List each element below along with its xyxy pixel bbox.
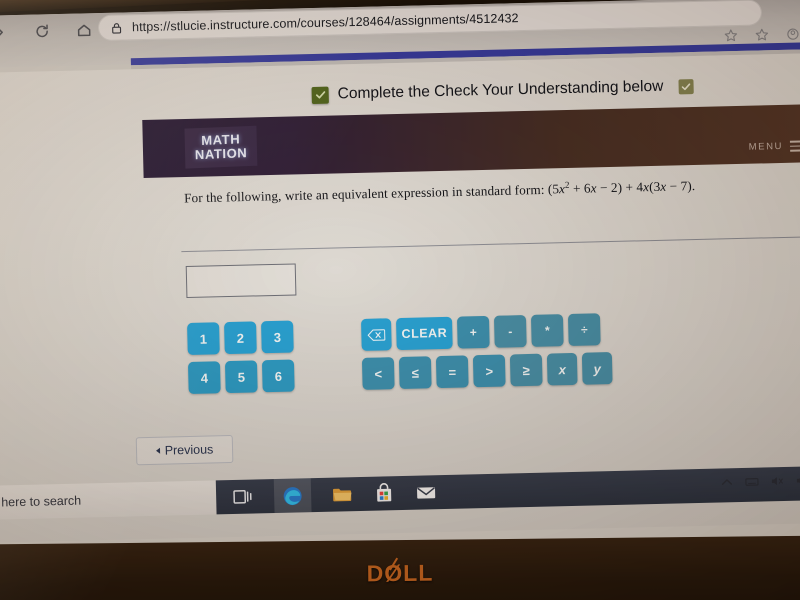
favorites-icon[interactable] xyxy=(723,28,738,43)
profile-icon[interactable] xyxy=(785,27,800,42)
expr-paren2: (3 xyxy=(648,179,661,195)
chevron-up-icon[interactable] xyxy=(720,475,734,489)
check-icon-trailing xyxy=(678,78,694,94)
expr-open: (5 xyxy=(547,181,560,197)
browser-toolbar-icons xyxy=(723,27,800,44)
chevron-left-icon xyxy=(155,447,160,454)
key-2[interactable]: 2 xyxy=(224,321,257,355)
microsoft-store-icon[interactable] xyxy=(373,482,396,505)
menu-label: MENU xyxy=(748,140,784,153)
key-variable-y[interactable]: y xyxy=(581,352,613,385)
laptop-photo: https://stlucie.instructure.com/courses/… xyxy=(0,0,800,600)
key-3[interactable]: 3 xyxy=(261,320,294,354)
key-5[interactable]: 5 xyxy=(224,360,258,394)
keyboard-icon[interactable] xyxy=(745,475,759,489)
mathnation-logo[interactable]: MATH NATION xyxy=(184,125,258,169)
dell-brand-logo: DØLL xyxy=(367,560,434,588)
key-divide[interactable]: ÷ xyxy=(567,313,601,347)
task-view-icon[interactable] xyxy=(232,486,255,509)
key-6[interactable]: 6 xyxy=(261,359,295,393)
key-4[interactable]: 4 xyxy=(187,361,221,395)
previous-label: Previous xyxy=(164,442,214,458)
address-bar[interactable]: https://stlucie.instructure.com/courses/… xyxy=(97,0,763,42)
dell-ll: LL xyxy=(403,559,434,586)
key-less-than[interactable]: < xyxy=(361,357,395,390)
volume-mute-icon[interactable] xyxy=(770,474,784,488)
check-icon xyxy=(311,86,329,104)
key-greater-than-or-equal[interactable]: ≥ xyxy=(509,353,543,387)
refresh-icon[interactable] xyxy=(34,23,50,39)
operator-row-2: < ≤ = > ≥ x y xyxy=(361,352,613,390)
hamburger-icon xyxy=(789,140,800,152)
forward-icon[interactable] xyxy=(0,24,8,40)
numeric-keypad: 1 2 3 4 5 6 xyxy=(187,320,295,401)
url-text: https://stlucie.instructure.com/courses/… xyxy=(131,11,519,35)
laptop-screen: https://stlucie.instructure.com/courses/… xyxy=(0,0,800,556)
expr-after: − 2) + 4 xyxy=(596,179,644,196)
key-multiply[interactable]: * xyxy=(530,314,564,347)
operator-row-1: CLEAR + - * ÷ xyxy=(361,313,612,351)
problem-expression: (5x2 + 6x − 2) + 4x(3x − 7). xyxy=(548,178,696,196)
edge-browser-icon[interactable] xyxy=(273,478,312,514)
system-tray xyxy=(720,473,800,489)
answer-input[interactable] xyxy=(185,263,297,299)
key-plus[interactable]: + xyxy=(456,315,490,349)
mathnation-logo-line2: NATION xyxy=(194,145,248,163)
backspace-icon[interactable] xyxy=(361,318,392,351)
expr-mid: + 6 xyxy=(569,180,591,197)
operator-keypad: CLEAR + - * ÷ < ≤ = > ≥ x y xyxy=(361,313,613,397)
lock-icon xyxy=(110,21,123,34)
previous-button[interactable]: Previous xyxy=(135,434,234,466)
collections-icon[interactable] xyxy=(754,27,769,42)
key-greater-than[interactable]: > xyxy=(472,354,506,388)
key-variable-x[interactable]: x xyxy=(546,352,578,386)
dell-d: D xyxy=(366,560,385,587)
file-explorer-icon[interactable] xyxy=(331,483,354,506)
expr-tail: − 7). xyxy=(666,178,696,195)
mathnation-menu-button[interactable]: MENU xyxy=(748,140,800,153)
keypad-row-1: 1 2 3 xyxy=(187,320,294,356)
taskbar-search-text: here to search xyxy=(1,493,82,510)
key-minus[interactable]: - xyxy=(493,315,527,348)
mail-icon[interactable] xyxy=(415,481,438,504)
volume-icon[interactable] xyxy=(795,473,800,487)
taskbar-search[interactable]: here to search xyxy=(0,480,227,520)
dell-o: Ø xyxy=(384,559,404,587)
clear-button[interactable]: CLEAR xyxy=(395,316,453,351)
keypad-row-2: 4 5 6 xyxy=(187,359,295,395)
key-equals[interactable]: = xyxy=(435,355,469,389)
key-1[interactable]: 1 xyxy=(187,322,220,356)
home-icon[interactable] xyxy=(76,22,92,38)
key-less-than-or-equal[interactable]: ≤ xyxy=(398,356,432,390)
